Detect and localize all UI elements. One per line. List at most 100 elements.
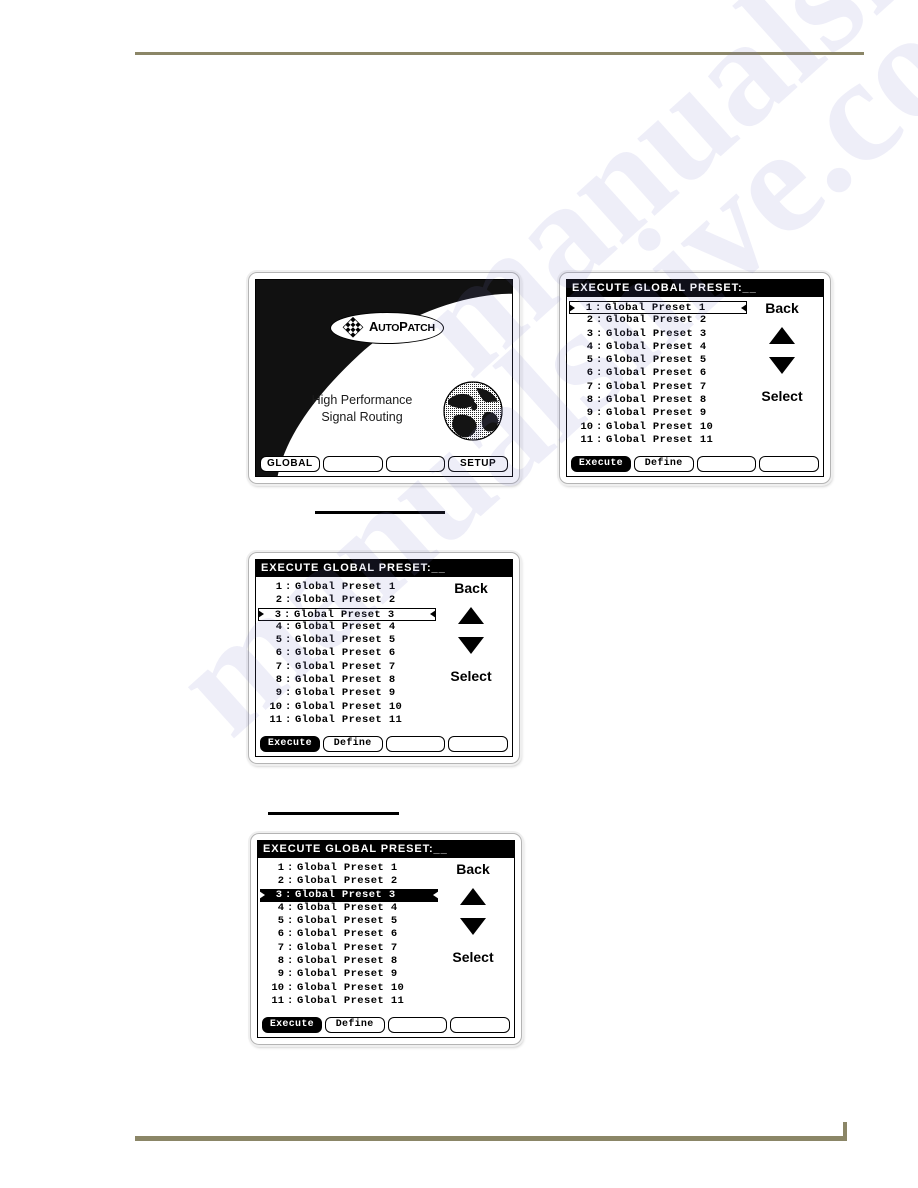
splash-artwork	[256, 280, 512, 476]
preset-row[interactable]: 5: Global Preset 5	[256, 634, 438, 647]
preset-row[interactable]: 10: Global Preset 10	[258, 982, 440, 995]
preset-row[interactable]: 9: Global Preset 9	[567, 407, 749, 420]
preset-row[interactable]: 11: Global Preset 11	[258, 995, 440, 1008]
softkey-blank-2[interactable]	[385, 456, 446, 472]
preset-index: 9	[586, 407, 593, 420]
splash-swoosh-graphic	[256, 280, 512, 476]
preset-row[interactable]: 11: Global Preset 11	[567, 434, 749, 447]
screen-title-mid: EXECUTE GLOBAL PRESET:__	[256, 560, 512, 577]
preset-name: Global Preset 9	[606, 407, 707, 420]
execute-global-preset-screen-selected: EXECUTE GLOBAL PRESET:__ 1: Global Preset…	[250, 833, 522, 1045]
softkey-blank-1-mid[interactable]	[385, 736, 446, 752]
preset-row[interactable]: 3: Global Preset 3	[258, 607, 436, 621]
nav-select-label-top[interactable]: Select	[745, 388, 819, 404]
preset-index: 4	[586, 340, 593, 353]
preset-row[interactable]: 3: Global Preset 3	[259, 888, 439, 902]
preset-name: Global Preset 3	[294, 608, 395, 621]
preset-separator: :	[285, 687, 292, 700]
softkey-setup[interactable]: SETUP	[448, 456, 508, 472]
preset-row[interactable]: 6: Global Preset 6	[258, 928, 440, 941]
softkey-blank-2-top[interactable]	[759, 456, 819, 472]
softkey-define-bot[interactable]: Define	[324, 1017, 385, 1033]
softkey-execute-top[interactable]: Execute	[571, 456, 631, 472]
preset-name: Global Preset 5	[297, 915, 398, 928]
preset-name: Global Preset 8	[295, 674, 396, 687]
nav-back-label-bot[interactable]: Back	[436, 861, 510, 877]
menu-display-top: EXECUTE GLOBAL PRESET:__ 1: Global Preset…	[566, 279, 824, 477]
page-footer-tick	[843, 1122, 847, 1141]
triangle-up-icon-top[interactable]	[769, 327, 795, 344]
softkey-blank-1-bot[interactable]	[387, 1017, 448, 1033]
preset-row[interactable]: 1: Global Preset 1	[256, 581, 438, 594]
triangle-up-icon-mid[interactable]	[458, 607, 484, 624]
preset-index: 8	[277, 955, 284, 968]
nav-select-label-mid[interactable]: Select	[434, 668, 508, 684]
preset-separator: :	[596, 433, 603, 446]
splash-tagline: High Performance Signal Routing	[292, 392, 432, 426]
nav-select-label-bot[interactable]: Select	[436, 949, 510, 965]
softkey-define-mid[interactable]: Define	[322, 736, 383, 752]
softkey-blank-2-bot[interactable]	[450, 1017, 510, 1033]
preset-row[interactable]: 2: Global Preset 2	[256, 594, 438, 607]
preset-row[interactable]: 8: Global Preset 8	[256, 674, 438, 687]
preset-row[interactable]: 1: Global Preset 1	[258, 862, 440, 875]
preset-name: Global Preset 4	[295, 620, 396, 633]
triangle-down-icon-bot[interactable]	[460, 918, 486, 935]
preset-name: Global Preset 10	[297, 981, 405, 994]
preset-row[interactable]: 6: Global Preset 6	[567, 367, 749, 380]
preset-row[interactable]: 3: Global Preset 3	[567, 328, 749, 341]
preset-row[interactable]: 7: Global Preset 7	[256, 661, 438, 674]
softkey-execute-mid[interactable]: Execute	[260, 736, 320, 752]
preset-separator: :	[596, 367, 603, 380]
preset-name: Global Preset 2	[295, 594, 396, 607]
preset-row[interactable]: 7: Global Preset 7	[567, 381, 749, 394]
preset-row[interactable]: 5: Global Preset 5	[567, 354, 749, 367]
softkey-execute-bot[interactable]: Execute	[262, 1017, 322, 1033]
preset-row[interactable]: 4: Global Preset 4	[256, 621, 438, 634]
softkey-blank-1[interactable]	[322, 456, 383, 472]
preset-separator: :	[596, 420, 603, 433]
autopatch-diamond-icon	[342, 317, 364, 338]
autopatch-wordmark: AUTOPATCH	[369, 319, 435, 334]
preset-row[interactable]: 5: Global Preset 5	[258, 915, 440, 928]
preset-row[interactable]: 7: Global Preset 7	[258, 942, 440, 955]
preset-row[interactable]: 2: Global Preset 2	[258, 875, 440, 888]
preset-row[interactable]: 6: Global Preset 6	[256, 647, 438, 660]
preset-name: Global Preset 2	[297, 875, 398, 888]
preset-index: 7	[277, 941, 284, 954]
preset-index: 8	[586, 394, 593, 407]
preset-list-bot: 1: Global Preset 1 2: Global Preset 2 3: Glob…	[258, 862, 440, 1008]
preset-name: Global Preset 2	[606, 314, 707, 327]
preset-name: Global Preset 7	[297, 941, 398, 954]
selection-caret-left-icon	[259, 891, 265, 900]
preset-index: 4	[277, 901, 284, 914]
preset-index: 2	[586, 314, 593, 327]
autopatch-logo: AUTOPATCH	[330, 312, 444, 344]
softkey-blank-1-top[interactable]	[696, 456, 757, 472]
preset-row[interactable]: 9: Global Preset 9	[256, 687, 438, 700]
softkey-blank-2-mid[interactable]	[448, 736, 508, 752]
preset-row[interactable]: 2: Global Preset 2	[567, 314, 749, 327]
softkey-global[interactable]: GLOBAL	[260, 456, 320, 472]
preset-row[interactable]: 10: Global Preset 10	[567, 421, 749, 434]
caption-rule-upper	[315, 511, 445, 514]
preset-row[interactable]: 10: Global Preset 10	[256, 701, 438, 714]
preset-name: Global Preset 9	[295, 687, 396, 700]
softkey-define-top[interactable]: Define	[633, 456, 694, 472]
triangle-down-icon-top[interactable]	[769, 357, 795, 374]
preset-row[interactable]: 8: Global Preset 8	[258, 955, 440, 968]
preset-row[interactable]: 9: Global Preset 9	[258, 968, 440, 981]
preset-name: Global Preset 1	[295, 581, 396, 593]
nav-back-label-top[interactable]: Back	[745, 300, 819, 316]
preset-row[interactable]: 11: Global Preset 11	[256, 714, 438, 727]
triangle-down-icon-mid[interactable]	[458, 637, 484, 654]
preset-separator: :	[287, 981, 294, 994]
preset-row[interactable]: 8: Global Preset 8	[567, 394, 749, 407]
preset-row[interactable]: 4: Global Preset 4	[258, 902, 440, 915]
preset-row[interactable]: 1: Global Preset 1	[569, 301, 747, 315]
preset-row[interactable]: 4: Global Preset 4	[567, 341, 749, 354]
triangle-up-icon-bot[interactable]	[460, 888, 486, 905]
splash-tagline-line1: High Performance	[311, 393, 413, 407]
nav-back-label-mid[interactable]: Back	[434, 580, 508, 596]
splash-screen-display: AUTOPATCH High Performance Signal Routin…	[255, 279, 513, 477]
